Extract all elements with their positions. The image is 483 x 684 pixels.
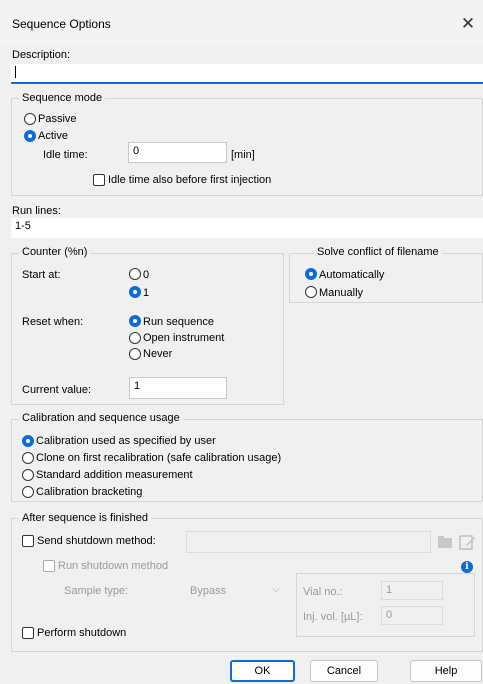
send-shutdown-label[interactable]: Send shutdown method: [37,535,156,547]
radio-active[interactable] [24,130,36,142]
run-shutdown-checkbox[interactable] [43,560,55,572]
radio-reset-open-instrument[interactable] [129,332,141,344]
radio-standard-addition-label[interactable]: Standard addition measurement [36,469,193,481]
radio-start-1-label[interactable]: 1 [143,287,149,299]
window-title: Sequence Options [12,17,111,31]
sequence-mode-legend: Sequence mode [19,92,106,104]
current-value-input[interactable]: 1 [129,377,227,399]
radio-manually[interactable] [305,286,317,298]
radio-reset-never[interactable] [129,348,141,360]
radio-reset-open-instrument-label[interactable]: Open instrument [143,332,224,344]
run-lines-label: Run lines: [12,205,61,217]
folder-icon[interactable] [436,533,454,551]
filename-conflict-legend: Solve conflict of filename [314,246,442,258]
radio-standard-addition[interactable] [22,469,34,481]
counter-legend: Counter (%n) [19,246,91,258]
radio-passive-label[interactable]: Passive [38,113,77,125]
vial-no-input[interactable]: 1 [381,581,443,600]
edit-icon[interactable] [458,533,476,551]
radio-automatically[interactable] [305,268,317,280]
info-icon: i [461,561,473,573]
radio-reset-run-sequence-label[interactable]: Run sequence [143,316,214,328]
perform-shutdown-label[interactable]: Perform shutdown [37,627,126,639]
after-sequence-legend: After sequence is finished [19,512,151,524]
inj-vol-label: Inj. vol. [µL]: [303,611,363,623]
idle-time-label: Idle time: [43,149,88,161]
cancel-button[interactable]: Cancel [310,660,378,682]
send-shutdown-checkbox[interactable] [22,535,34,547]
run-shutdown-label[interactable]: Run shutdown method [58,560,168,572]
radio-clone-recalibration-label[interactable]: Clone on first recalibration (safe calib… [36,452,281,464]
idle-time-unit: [min] [231,149,255,161]
radio-active-label[interactable]: Active [38,130,68,142]
radio-clone-recalibration[interactable] [22,452,34,464]
close-icon[interactable]: ✕ [456,12,480,36]
radio-calibration-bracketing-label[interactable]: Calibration bracketing [36,486,142,498]
vial-no-label: Vial no.: [303,586,343,598]
text-cursor [15,66,16,79]
idle-before-first-checkbox[interactable] [93,174,105,186]
radio-reset-never-label[interactable]: Never [143,348,172,360]
ok-button[interactable]: OK [230,660,295,682]
reset-when-label: Reset when: [22,316,84,328]
inj-vol-input[interactable]: 0 [381,606,443,625]
sample-type-select[interactable]: Bypass [190,585,226,597]
run-lines-input[interactable]: 1-5 [11,218,483,238]
radio-start-0-label[interactable]: 0 [143,269,149,281]
shutdown-method-input[interactable] [186,531,431,553]
idle-before-first-label[interactable]: Idle time also before first injection [108,174,271,186]
radio-manually-label[interactable]: Manually [319,287,363,299]
radio-calibration-user[interactable] [22,435,34,447]
radio-reset-run-sequence[interactable] [129,315,141,327]
radio-calibration-user-label[interactable]: Calibration used as specified by user [36,435,216,447]
radio-calibration-bracketing[interactable] [22,486,34,498]
idle-time-input[interactable]: 0 [128,142,227,163]
radio-passive[interactable] [24,113,36,125]
start-at-label: Start at: [22,269,61,281]
description-input[interactable] [11,64,483,84]
calibration-legend: Calibration and sequence usage [19,412,183,424]
radio-start-0[interactable] [129,268,141,280]
chevron-down-icon[interactable]: ⌵ [272,584,280,595]
sample-type-label: Sample type: [64,585,129,597]
radio-automatically-label[interactable]: Automatically [319,269,384,281]
radio-start-1[interactable] [129,286,141,298]
description-label: Description: [12,49,71,61]
perform-shutdown-checkbox[interactable] [22,627,34,639]
help-button[interactable]: Help [410,660,482,682]
current-value-label: Current value: [22,384,92,396]
